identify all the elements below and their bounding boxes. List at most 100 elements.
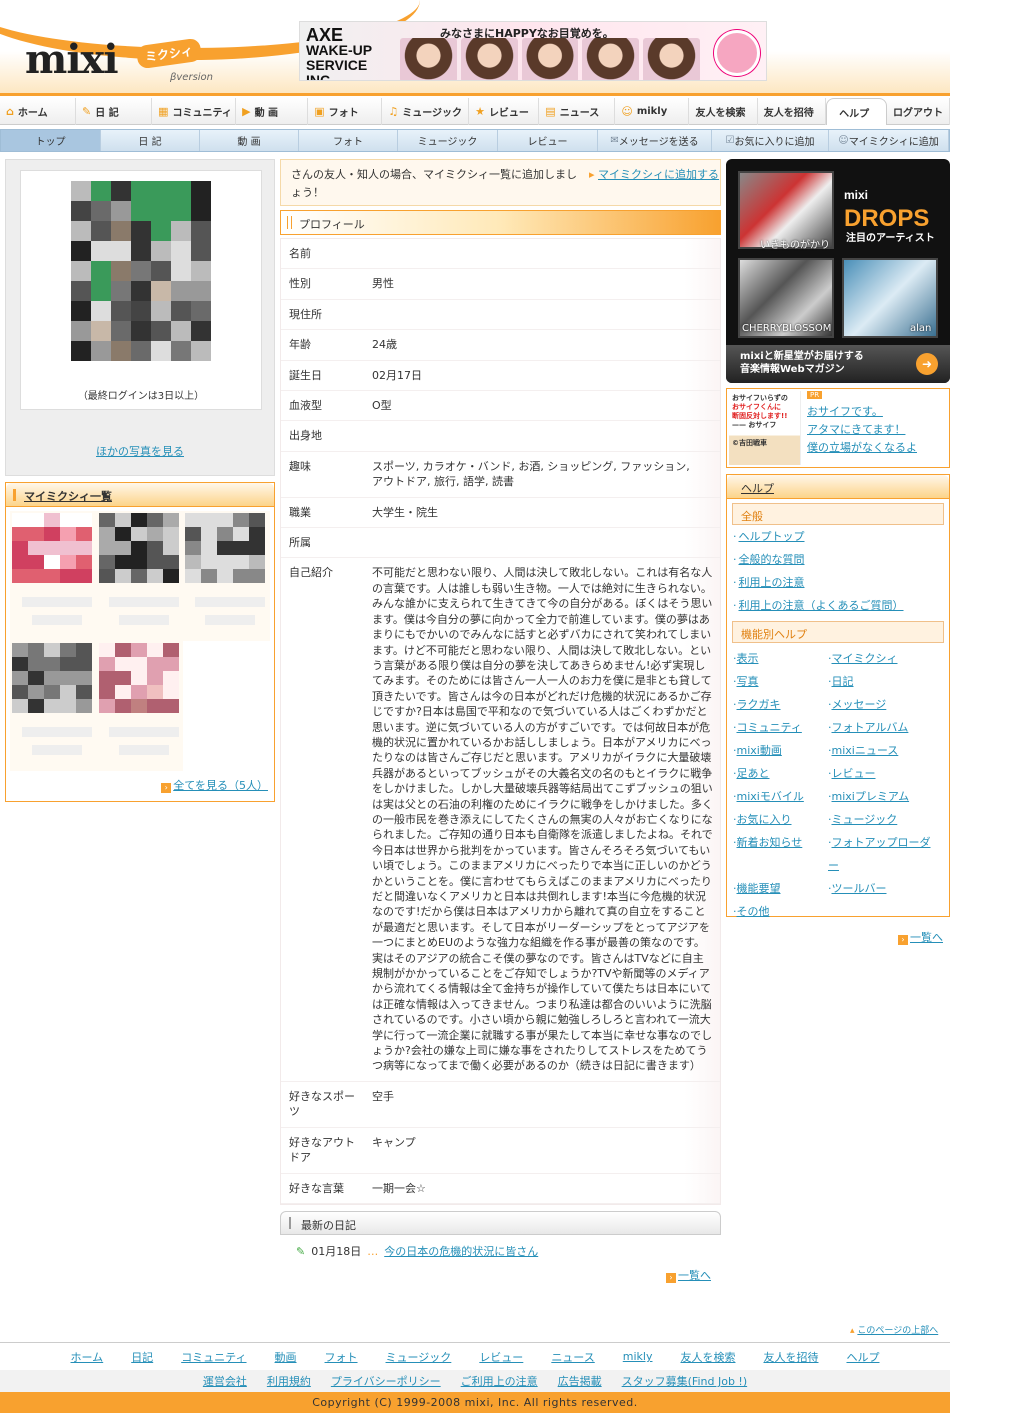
help-link-label[interactable]: フォトアルバム bbox=[832, 721, 909, 734]
banner-ad[interactable]: AXE WAKE-UP SERVICE INC. みなさまにHAPPYなお目覚めを。 bbox=[299, 21, 767, 81]
friend-photo[interactable] bbox=[12, 513, 92, 583]
footer-link[interactable]: 広告掲載 bbox=[558, 1373, 602, 1389]
help-link[interactable]: · ヘルプトップ bbox=[727, 525, 949, 548]
footer-nav-link[interactable]: ヘルプ bbox=[846, 1349, 879, 1365]
footer-link[interactable]: 運営会社 bbox=[203, 1373, 247, 1389]
subnav-music[interactable]: ミュージック bbox=[398, 130, 498, 151]
help-link-label[interactable]: mixi動画 bbox=[737, 744, 782, 757]
gnav-community[interactable]: ▦ コミュニティ bbox=[152, 98, 237, 125]
footer-nav-link[interactable]: 動画 bbox=[275, 1349, 297, 1365]
friend-item[interactable] bbox=[10, 511, 97, 641]
help-link-label[interactable]: 写真 bbox=[737, 675, 759, 688]
help-link-label[interactable]: mixiプレミアム bbox=[832, 790, 910, 803]
help-link[interactable]: ·表示 bbox=[733, 647, 828, 670]
help-link[interactable]: ·写真 bbox=[733, 670, 828, 693]
help-list-link[interactable]: › 一覧へ bbox=[727, 923, 949, 945]
gnav-mikly[interactable]: ☺ mikly bbox=[615, 98, 690, 125]
help-link[interactable]: ·メッセージ bbox=[828, 693, 938, 716]
friend-item[interactable] bbox=[183, 511, 270, 641]
help-link-label[interactable]: レビュー bbox=[832, 767, 876, 780]
help-link[interactable]: ·フォトアルバム bbox=[828, 716, 938, 739]
subnav-review[interactable]: レビュー bbox=[498, 130, 598, 151]
friend-photo[interactable] bbox=[185, 513, 266, 583]
gnav-invite-friends[interactable]: 友人を招待 bbox=[758, 98, 827, 125]
help-link[interactable]: ·mixiニュース bbox=[828, 739, 938, 762]
gnav-home[interactable]: ⌂ ホーム bbox=[0, 98, 77, 125]
help-link-label[interactable]: コミュニティ bbox=[737, 721, 802, 734]
see-all-friends-link[interactable]: › 全てを見る（5人） bbox=[6, 771, 274, 801]
subnav-diary[interactable]: 日 記 bbox=[101, 130, 200, 151]
subnav-add-favorite[interactable]: ☑ お気に入りに追加 bbox=[712, 130, 829, 151]
diary-list-link[interactable]: › 一覧へ bbox=[280, 1261, 721, 1283]
footer-nav-link[interactable]: コミュニティ bbox=[181, 1349, 246, 1365]
footer-nav-link[interactable]: レビュー bbox=[479, 1349, 523, 1365]
footer-nav-link[interactable]: フォト bbox=[325, 1349, 358, 1365]
friend-name-blurred[interactable] bbox=[195, 597, 266, 607]
help-link[interactable]: ·機能要望 bbox=[733, 877, 828, 900]
help-link-label[interactable]: その他 bbox=[737, 905, 770, 918]
help-link[interactable]: ·お気に入り bbox=[733, 808, 828, 831]
help-link-label[interactable]: 全般的な質問 bbox=[739, 553, 805, 566]
help-link[interactable]: ·日記 bbox=[828, 670, 938, 693]
subnav-photo[interactable]: フォト bbox=[299, 130, 398, 151]
mixi-logo[interactable]: mixi bbox=[25, 36, 119, 83]
gnav-video[interactable]: ▶ 動 画 bbox=[236, 98, 309, 125]
friend-name-blurred[interactable] bbox=[108, 727, 179, 737]
gnav-diary[interactable]: ✎ 日 記 bbox=[76, 98, 153, 125]
help-link[interactable]: ·mixiプレミアム bbox=[828, 785, 938, 808]
help-link-label[interactable]: 日記 bbox=[832, 675, 854, 688]
help-link[interactable]: · 利用上の注意 bbox=[727, 571, 949, 594]
help-link[interactable]: ·mixiモバイル bbox=[733, 785, 828, 808]
gnav-help[interactable]: ヘルプ bbox=[826, 98, 887, 125]
help-link-label[interactable]: mixiモバイル bbox=[737, 790, 804, 803]
help-link[interactable]: ·その他 bbox=[733, 900, 828, 923]
subnav-add-mymixi[interactable]: ☺ マイミクシィに追加 bbox=[829, 130, 949, 151]
help-link-label[interactable]: ミュージック bbox=[832, 813, 898, 826]
help-link[interactable]: · 利用上の注意（よくあるご質問） bbox=[727, 594, 949, 617]
gnav-photo[interactable]: ▣ フォト bbox=[308, 98, 383, 125]
gnav-review[interactable]: ★ レビュー bbox=[469, 98, 540, 125]
footer-link[interactable]: 利用規約 bbox=[267, 1373, 311, 1389]
help-link[interactable]: ·コミュニティ bbox=[733, 716, 828, 739]
footer-nav-link[interactable]: ミュージック bbox=[386, 1349, 452, 1365]
help-link-label[interactable]: ヘルプトップ bbox=[739, 530, 805, 543]
friend-name-blurred[interactable] bbox=[108, 597, 179, 607]
help-link[interactable]: ·ミュージック bbox=[828, 808, 938, 831]
friend-item[interactable] bbox=[10, 641, 97, 771]
page-top-link[interactable]: ▴ このページの上部へ bbox=[850, 1323, 938, 1336]
help-link[interactable]: ·フォトアップローダー bbox=[828, 831, 938, 877]
footer-link[interactable]: スタッフ募集(Find Job !) bbox=[622, 1373, 747, 1389]
subnav-video[interactable]: 動 画 bbox=[200, 130, 299, 151]
help-link-label[interactable]: mixiニュース bbox=[832, 744, 899, 757]
help-link-label[interactable]: メッセージ bbox=[832, 698, 887, 711]
footer-nav-link[interactable]: 日記 bbox=[131, 1349, 153, 1365]
friend-photo[interactable] bbox=[98, 513, 179, 583]
footer-link[interactable]: ご利用上の注意 bbox=[461, 1373, 538, 1389]
gnav-music[interactable]: ♫ ミュージック bbox=[382, 98, 470, 125]
friend-item[interactable] bbox=[96, 511, 184, 641]
help-link-label[interactable]: 利用上の注意（よくあるご質問） bbox=[739, 599, 904, 612]
help-link[interactable]: · 全般的な質問 bbox=[727, 548, 949, 571]
footer-link[interactable]: プライバシーポリシー bbox=[331, 1373, 441, 1389]
footer-nav-link[interactable]: 友人を招待 bbox=[763, 1349, 818, 1365]
subnav-send-message[interactable]: ✉ メッセージを送る bbox=[598, 130, 712, 151]
mymixi-title[interactable]: マイミクシィ一覧 bbox=[6, 483, 274, 507]
help-link[interactable]: ·新着お知らせ bbox=[733, 831, 828, 877]
friend-photo[interactable] bbox=[12, 643, 92, 713]
more-photos-link[interactable]: ほかの写真を見る bbox=[6, 443, 274, 459]
mixi-drops-banner[interactable]: いきものがかり mixi DROPS 注目のアーティスト CHERRYBLOSSO… bbox=[726, 159, 950, 383]
friend-photo[interactable] bbox=[98, 643, 179, 713]
subnav-top[interactable]: トップ bbox=[1, 130, 101, 151]
add-mymixi-link[interactable]: ▸ マイミクシィに追加する bbox=[589, 166, 719, 184]
gnav-logout[interactable]: ログアウト bbox=[887, 98, 950, 125]
footer-nav-link[interactable]: 友人を検索 bbox=[680, 1349, 735, 1365]
help-link[interactable]: ·レビュー bbox=[828, 762, 938, 785]
friend-item[interactable] bbox=[96, 641, 184, 771]
help-link[interactable]: ·ツールバー bbox=[828, 877, 938, 900]
help-link-label[interactable]: お気に入り bbox=[737, 813, 792, 826]
help-link-label[interactable]: 表示 bbox=[737, 652, 759, 665]
help-link-label[interactable]: 足あと bbox=[737, 767, 770, 780]
help-link-label[interactable]: 機能要望 bbox=[737, 882, 781, 895]
friend-name-blurred[interactable] bbox=[22, 597, 92, 607]
profile-photo[interactable] bbox=[71, 181, 211, 361]
